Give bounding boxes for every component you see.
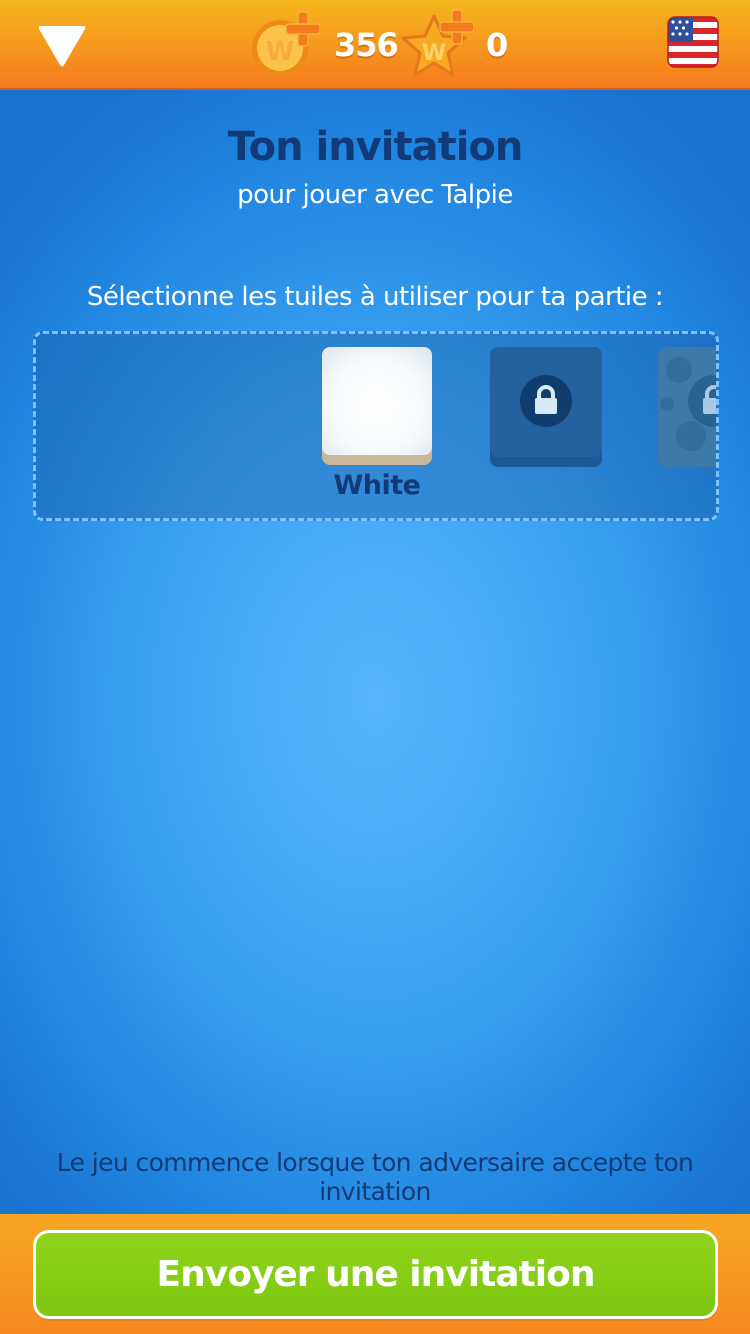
tile-option-white[interactable] bbox=[322, 347, 432, 465]
start-condition-note: Le jeu commence lorsque ton adversaire a… bbox=[56, 1148, 694, 1206]
lock-badge bbox=[520, 375, 572, 427]
send-invitation-button[interactable]: Envoyer une invitation bbox=[33, 1230, 718, 1319]
lock-badge bbox=[688, 375, 716, 427]
us-flag-icon[interactable] bbox=[667, 16, 719, 68]
tile-option-locked[interactable] bbox=[658, 347, 716, 467]
star-count: 0 bbox=[486, 26, 509, 64]
page-title: Ton invitation bbox=[227, 124, 524, 170]
add-stars-button[interactable]: W bbox=[398, 6, 474, 82]
tile-option-locked[interactable] bbox=[490, 347, 602, 467]
tile-pattern bbox=[660, 397, 674, 411]
lock-icon bbox=[703, 385, 716, 414]
coin-count: 356 bbox=[334, 26, 399, 64]
lock-icon bbox=[535, 385, 557, 414]
tile-selection-label: Sélectionne les tuiles à utiliser pour t… bbox=[86, 282, 664, 312]
tile-face bbox=[322, 347, 432, 455]
add-coins-button[interactable]: W bbox=[248, 8, 320, 80]
dropdown-triangle-icon[interactable] bbox=[36, 22, 88, 68]
svg-text:W: W bbox=[422, 41, 446, 66]
svg-text:W: W bbox=[266, 37, 295, 67]
page-subtitle: pour jouer avec Talpie bbox=[237, 180, 513, 210]
top-bar: W 356 W 0 bbox=[0, 0, 750, 90]
tile-carousel[interactable]: White bbox=[33, 331, 719, 521]
tile-label: White bbox=[333, 470, 421, 501]
